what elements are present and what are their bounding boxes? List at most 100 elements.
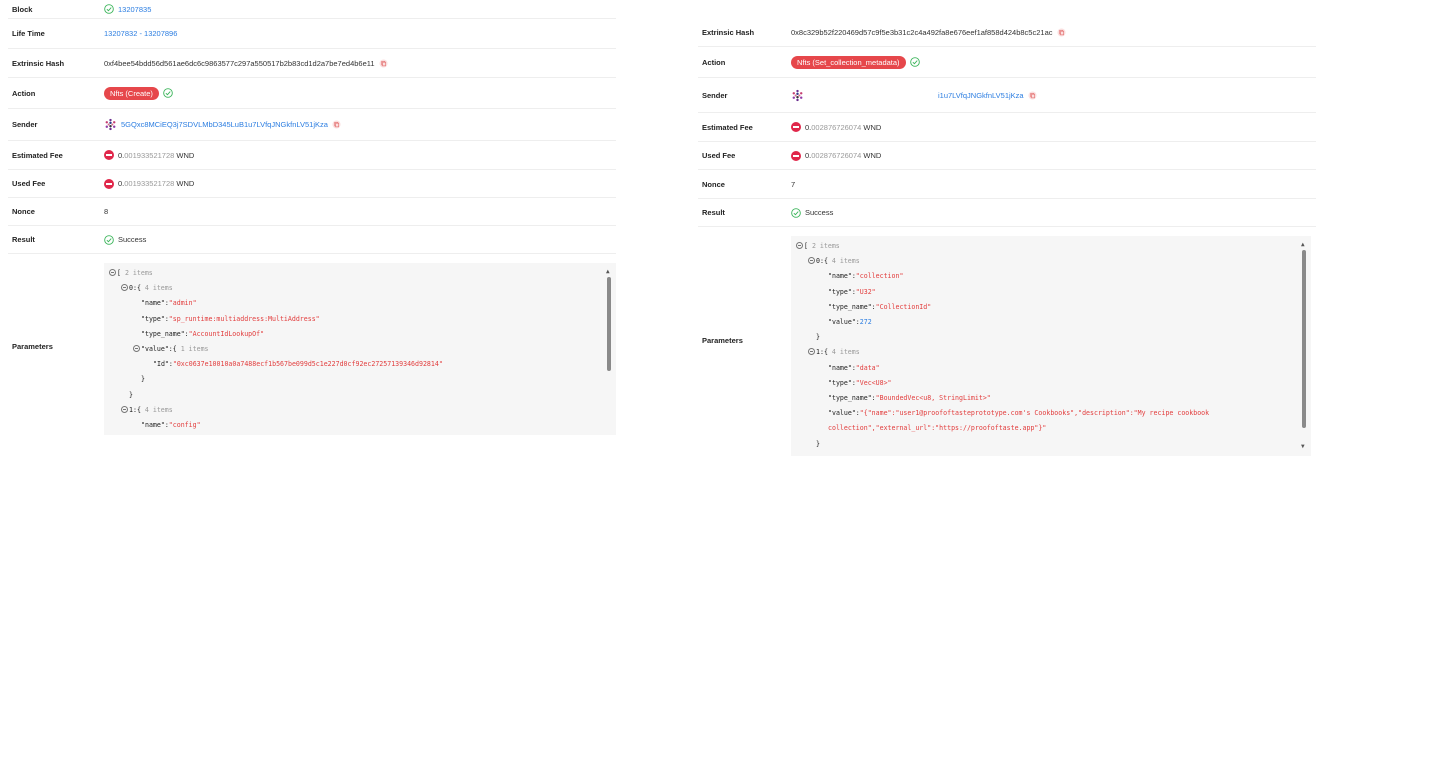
result-value: Success [805, 208, 834, 217]
json-line: "name":"collection" [828, 271, 903, 282]
identicon-avatar [791, 89, 804, 102]
fee-decimals: 001933521728 [124, 150, 175, 160]
fee-unit: WND [863, 151, 882, 160]
life-time-row: Life Time 13207832 - 13207896 [8, 19, 616, 49]
scrollbar[interactable]: ▲ ▼ [1301, 242, 1307, 452]
copy-icon[interactable] [1057, 28, 1066, 37]
json-line: "value":272 [828, 317, 872, 328]
sender-address-link[interactable]: 5GQxc8MCiEQ3j7SDVLMbD345LuB1u7LVfqJNGkfn… [121, 120, 328, 129]
json-string-value: "AccountIdLookupOf" [188, 329, 265, 338]
copy-icon[interactable] [1028, 91, 1037, 100]
json-brace: { [136, 405, 141, 414]
wnd-token-icon [104, 178, 114, 189]
json-token: [ [117, 269, 121, 277]
json-string-value: "0xc0637e10010a0a7488ecf1b567be099d5c1e2… [172, 360, 443, 369]
collapse-toggle-icon[interactable] [808, 257, 815, 265]
block-row: Block 13207835 [8, 0, 616, 19]
json-key: "type": [828, 287, 856, 296]
fee-unit: WND [176, 150, 195, 160]
json-line: 1:{ 4 items [808, 347, 860, 358]
sender-address-link[interactable]: i1u7LVfqJNGkfnLV51jKza [938, 91, 1024, 100]
nonce-row: Nonce 7 [698, 170, 1316, 199]
copy-icon[interactable] [332, 120, 341, 129]
extrinsic-details-right: Extrinsic Hash 0x8c329b52f220469d57c9f5e… [698, 18, 1316, 463]
collapse-toggle-icon[interactable] [109, 269, 116, 276]
parameters-json-viewer[interactable]: ▲ [ 2 items 0:{ 4 items "name":"admin" "typ… [104, 263, 616, 435]
life-time-link[interactable]: 13207832 - 13207896 [104, 29, 177, 38]
scroll-up-arrow[interactable]: ▲ [606, 269, 610, 275]
json-item-count: 2 items [811, 242, 840, 250]
fee-unit: WND [863, 122, 882, 132]
copy-icon[interactable] [379, 59, 388, 68]
nonce-row: Nonce 8 [8, 198, 616, 226]
json-item-count: 4 items [831, 257, 860, 266]
extrinsic-hash-row: Extrinsic Hash 0xf4bee54bdd56d561ae6dc6c… [8, 49, 616, 78]
json-token: [ [804, 242, 808, 250]
json-string-value: collection","external_url":"https://proo… [828, 424, 1047, 433]
json-line: "value":"{"name":"user1@proofoftasteprot… [828, 408, 1209, 419]
nonce-label: Nonce [12, 207, 35, 216]
collapse-toggle-icon[interactable] [121, 405, 128, 413]
json-string-value: "CollectionId" [875, 302, 932, 311]
json-token: 1: [816, 348, 824, 357]
wnd-token-icon [104, 150, 114, 160]
json-brace: { [823, 348, 828, 357]
collapse-toggle-icon[interactable] [808, 348, 815, 356]
json-key: "type_name": [828, 394, 876, 402]
collapse-toggle-icon[interactable] [796, 242, 803, 249]
json-line: } [816, 332, 820, 343]
json-key: "type": [141, 314, 169, 323]
json-item-count: 2 items [124, 269, 153, 277]
scrollbar[interactable]: ▲ [606, 269, 612, 379]
check-circle-icon [163, 88, 173, 98]
used-fee-row: Used Fee 0.002876726074 WND [698, 142, 1316, 170]
scrollbar-thumb[interactable] [607, 277, 611, 371]
json-line: [ 2 items [796, 241, 840, 252]
json-line: "name":"data" [828, 363, 880, 374]
json-brace: { [136, 284, 141, 293]
block-label: Block [12, 4, 33, 14]
json-string-value: "Vec<U8>" [855, 378, 892, 387]
action-label: Action [702, 57, 726, 67]
parameters-row: Parameters ▲ ▼ [ 2 items 0:{ 4 items "name… [698, 227, 1316, 463]
json-line: "type":"U32" [828, 287, 876, 298]
json-string-value: "admin" [168, 299, 197, 308]
collapse-toggle-icon[interactable] [133, 345, 140, 352]
json-token: } [129, 390, 133, 399]
result-row: Result Success [8, 226, 616, 254]
json-key: "type": [828, 378, 856, 387]
result-value: Success [118, 235, 147, 244]
check-circle-icon [104, 4, 114, 14]
json-line: 1:{ 4 items [121, 405, 173, 416]
extrinsic-hash-value: 0x8c329b52f220469d57c9f5e3b31c2c4a492fa8… [791, 27, 1053, 37]
parameters-json-viewer[interactable]: ▲ ▼ [ 2 items 0: { 4 items "name":"collecti… [791, 236, 1311, 456]
json-string-value: "sp_runtime:multiaddress:MultiAddress" [168, 314, 320, 323]
json-key: "name": [828, 272, 856, 281]
nonce-value: 8 [104, 207, 109, 216]
json-brace: { [172, 345, 177, 353]
fee-unit: WND [176, 179, 195, 188]
fee-decimals: 002876726074 [811, 151, 862, 160]
json-token: 0: [816, 257, 824, 266]
json-line: collection","external_url":"https://proo… [828, 423, 1046, 434]
json-key: "value": [141, 345, 173, 353]
json-line: "type_name":"BoundedVec<u8, StringLimit>… [828, 393, 991, 404]
json-string-value: "collection" [855, 272, 904, 281]
json-key: "Id": [153, 360, 173, 369]
json-string-value: "BoundedVec<u8, StringLimit>" [875, 394, 991, 402]
estimated-fee-row: Estimated Fee 0.001933521728 WND [8, 141, 616, 170]
extrinsic-hash-label: Extrinsic Hash [12, 58, 65, 68]
block-link[interactable]: 13207835 [118, 5, 151, 14]
scroll-down-arrow[interactable]: ▼ [1301, 444, 1305, 450]
extrinsic-hash-value: 0xf4bee54bdd56d561ae6dc6c9863577c297a550… [104, 58, 375, 68]
parameters-label: Parameters [12, 342, 53, 351]
json-token: } [816, 333, 820, 342]
scrollbar-thumb[interactable] [1302, 250, 1306, 428]
nonce-label: Nonce [702, 179, 725, 189]
scroll-up-arrow[interactable]: ▲ [1301, 242, 1305, 248]
action-badge: Nfts (Set_collection_metadata) [791, 55, 906, 69]
json-item-count: 4 items [144, 284, 173, 293]
collapse-toggle-icon[interactable] [121, 284, 128, 292]
sender-row: Sender i1u7LVfqJNGkfnLV51jKza [698, 78, 1316, 113]
action-row: Action Nfts (Create) [8, 78, 616, 109]
